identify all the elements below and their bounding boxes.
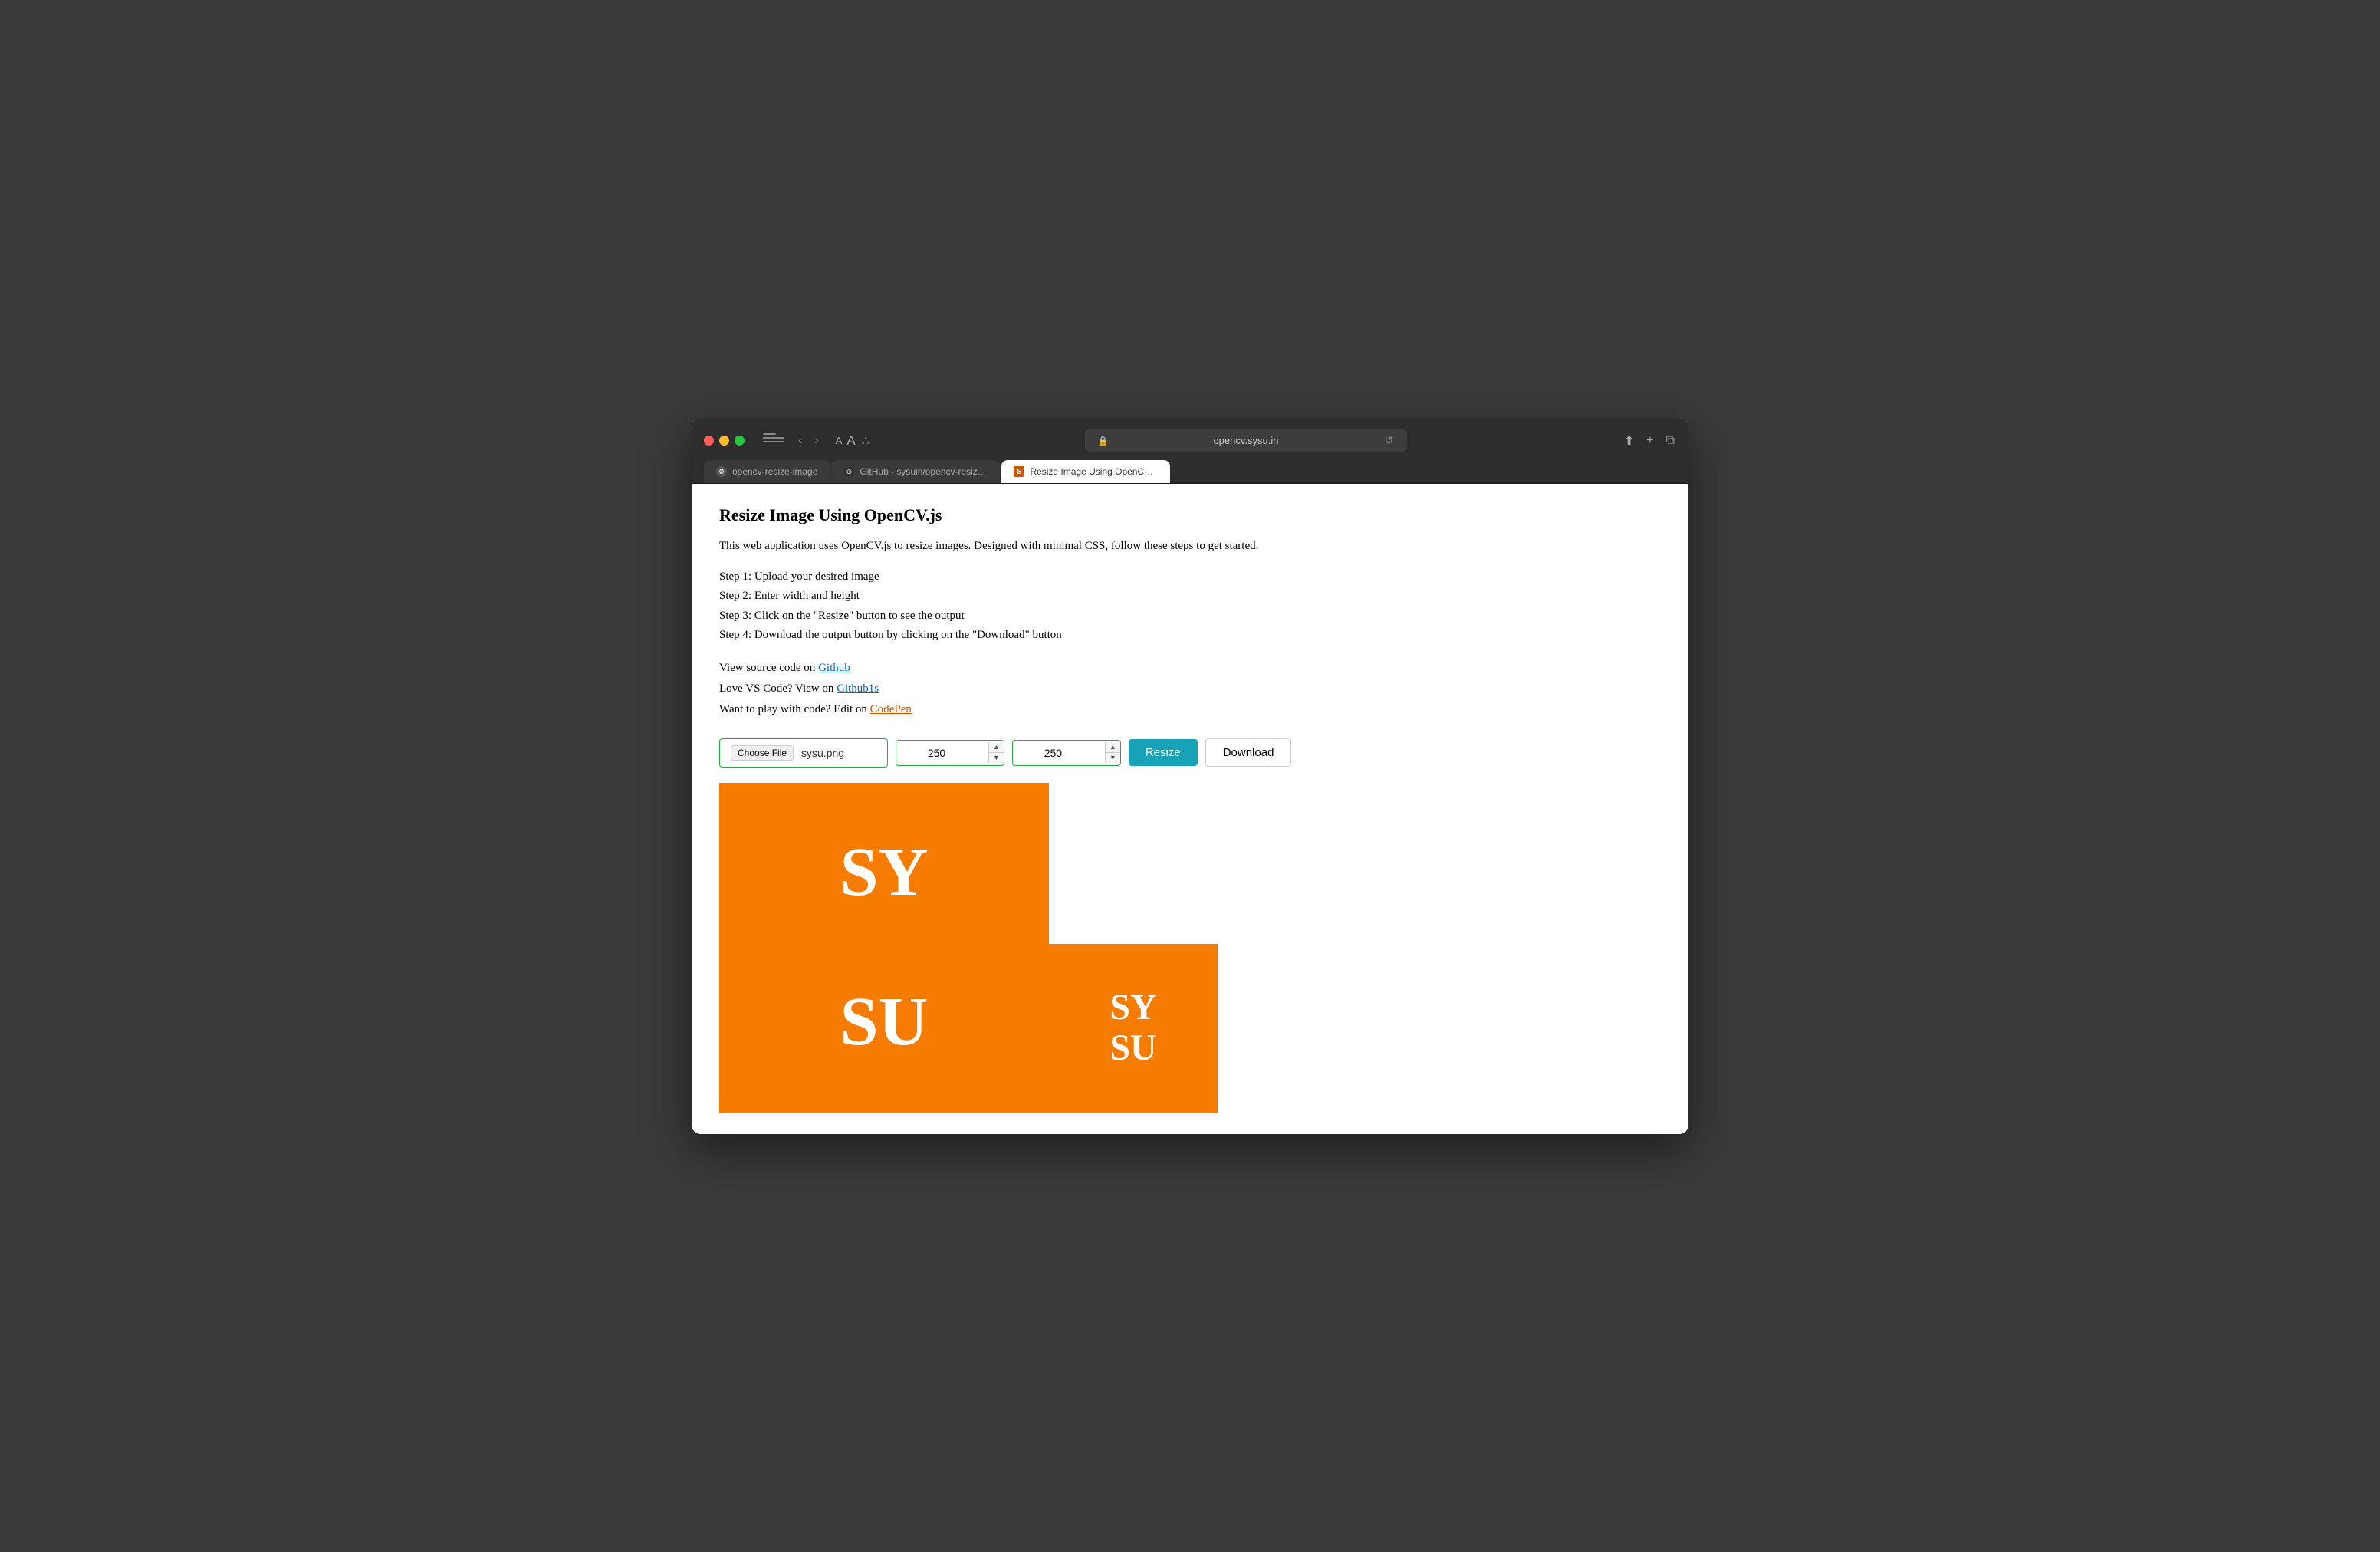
github1s-prefix: Love VS Code? View on — [719, 682, 837, 695]
address-bar[interactable]: 🔒 opencv.sysu.in ↺ — [1085, 429, 1407, 452]
tab-favicon-github: ⊙ — [843, 466, 854, 477]
github-link-line: View source code on Github — [719, 658, 1661, 679]
browser-window: ‹ › A A ⛬ 🔒 opencv.sysu.in ↺ ⬆ + — [692, 418, 1688, 1134]
file-input-label[interactable]: Choose File sysu.png — [719, 738, 888, 768]
tab-label-github: GitHub - sysuin/opencv-resize-image: Res… — [860, 466, 988, 477]
lock-icon: 🔒 — [1097, 436, 1109, 446]
reload-button[interactable]: ↺ — [1383, 432, 1395, 449]
description-text: This web application uses OpenCV.js to r… — [719, 538, 1661, 555]
tab-label-opencv: opencv-resize-image — [732, 466, 817, 477]
tab-opencv-resize[interactable]: ⚙ opencv-resize-image — [704, 460, 830, 483]
height-spinner: ▲ ▼ — [1105, 742, 1120, 763]
step-1: Step 1: Upload your desired image — [719, 567, 1661, 587]
file-name-display: sysu.png — [801, 747, 844, 759]
back-button[interactable]: ‹ — [794, 432, 807, 449]
github1s-link-line: Love VS Code? View on Github1s — [719, 679, 1661, 699]
codepen-link[interactable]: CodePen — [870, 703, 912, 715]
height-decrement-button[interactable]: ▼ — [1106, 753, 1120, 763]
tab-active-resize[interactable]: S Resize Image Using OpenCV.js — [1001, 460, 1170, 483]
steps-section: Step 1: Upload your desired image Step 2… — [719, 567, 1661, 646]
original-image: SY SU — [719, 783, 1049, 1113]
codepen-link-line: Want to play with code? Edit on CodePen — [719, 699, 1661, 720]
page-title: Resize Image Using OpenCV.js — [719, 505, 1661, 525]
close-button[interactable] — [704, 436, 714, 446]
step-3: Step 3: Click on the "Resize" button to … — [719, 607, 1661, 626]
codepen-prefix: Want to play with code? Edit on — [719, 703, 870, 715]
resize-button[interactable]: Resize — [1129, 739, 1198, 766]
font-small-button[interactable]: A — [836, 435, 843, 446]
fullscreen-button[interactable] — [735, 436, 745, 446]
width-spinner: ▲ ▼ — [988, 742, 1004, 763]
browser-actions: ⬆ + ⧉ — [1622, 432, 1676, 450]
minimize-button[interactable] — [719, 436, 729, 446]
height-increment-button[interactable]: ▲ — [1106, 742, 1120, 753]
new-tab-button[interactable]: + — [1645, 432, 1655, 449]
github-link[interactable]: Github — [818, 662, 850, 674]
windows-button[interactable]: ⧉ — [1665, 432, 1676, 449]
width-input[interactable] — [896, 741, 988, 765]
original-su-text: SU — [840, 986, 928, 1059]
height-input[interactable] — [1013, 741, 1105, 765]
shield-icon: ⛬ — [862, 434, 870, 448]
links-section: View source code on Github Love VS Code?… — [719, 658, 1661, 720]
browser-chrome: ‹ › A A ⛬ 🔒 opencv.sysu.in ↺ ⬆ + — [692, 418, 1688, 484]
images-area: SY SU SY SU — [719, 783, 1661, 1113]
nav-buttons: ‹ › — [794, 432, 823, 449]
share-button[interactable]: ⬆ — [1622, 432, 1635, 450]
height-input-wrapper: ▲ ▼ — [1012, 740, 1121, 766]
traffic-lights — [704, 436, 745, 446]
step-2: Step 2: Enter width and height — [719, 587, 1661, 607]
width-increment-button[interactable]: ▲ — [989, 742, 1004, 753]
download-button[interactable]: Download — [1205, 738, 1292, 767]
forward-button[interactable]: › — [810, 432, 823, 449]
tab-favicon-s: S — [1014, 466, 1024, 477]
tabs-bar: ⚙ opencv-resize-image ⊙ GitHub - sysuin/… — [692, 460, 1688, 484]
choose-file-button[interactable]: Choose File — [731, 745, 794, 761]
resized-image: SY SU — [1049, 944, 1218, 1113]
controls-row: Choose File sysu.png ▲ ▼ ▲ ▼ — [719, 738, 1661, 768]
tab-favicon-opencv: ⚙ — [716, 466, 727, 477]
font-size-controls: A A ⛬ — [836, 433, 870, 449]
original-sy-text: SY — [840, 837, 928, 909]
title-bar: ‹ › A A ⛬ 🔒 opencv.sysu.in ↺ ⬆ + — [692, 418, 1688, 460]
address-text: opencv.sysu.in — [1113, 435, 1378, 446]
width-decrement-button[interactable]: ▼ — [989, 753, 1004, 763]
github-prefix: View source code on — [719, 662, 818, 674]
width-input-wrapper: ▲ ▼ — [896, 740, 1004, 766]
sidebar-toggle-button[interactable] — [763, 433, 784, 449]
font-large-button[interactable]: A — [846, 433, 855, 449]
tab-github[interactable]: ⊙ GitHub - sysuin/opencv-resize-image: R… — [831, 460, 1000, 483]
step-4: Step 4: Download the output button by cl… — [719, 626, 1661, 646]
tab-label-resize: Resize Image Using OpenCV.js — [1030, 466, 1158, 477]
resized-sy-text: SY — [1109, 988, 1156, 1028]
page-content: Resize Image Using OpenCV.js This web ap… — [692, 484, 1688, 1134]
resized-su-text: SU — [1109, 1028, 1156, 1069]
address-bar-container: 🔒 opencv.sysu.in ↺ — [879, 429, 1613, 452]
github1s-link[interactable]: Github1s — [837, 682, 879, 695]
